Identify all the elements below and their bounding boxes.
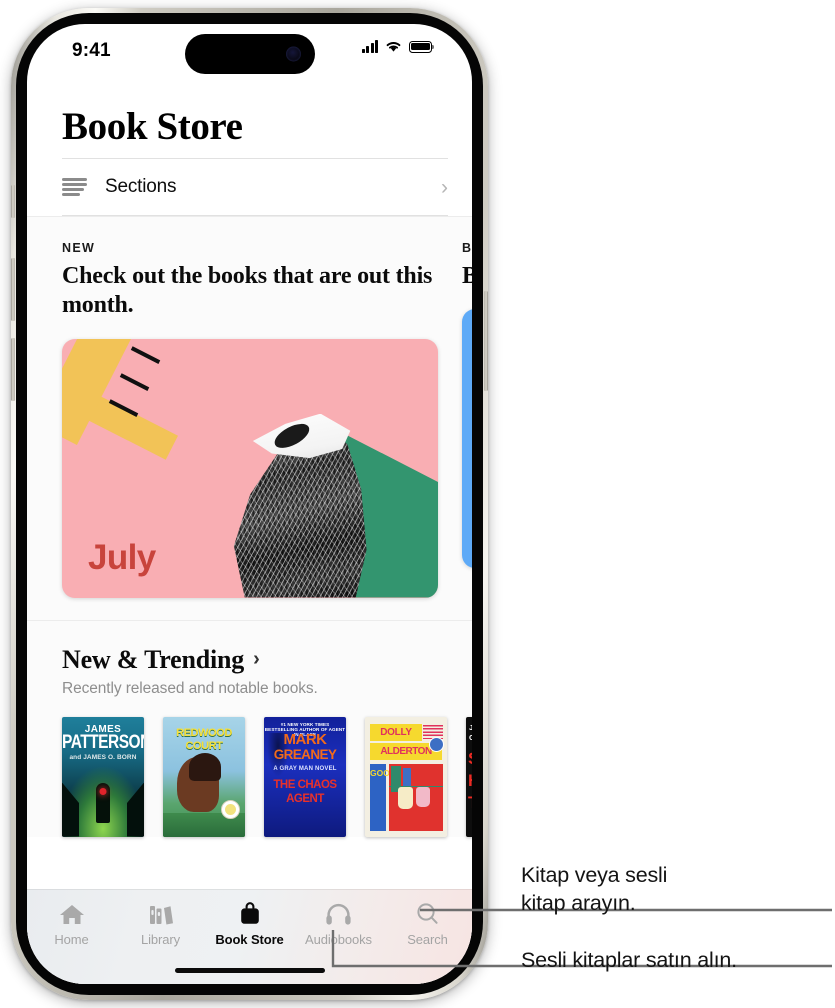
featured-carousel[interactable]: NEW Check out the books that are out thi… bbox=[27, 216, 472, 621]
headphones-icon bbox=[325, 901, 352, 927]
featured-card-bestsellers[interactable]: BE B o bbox=[462, 241, 472, 598]
new-and-trending-section: New & Trending › Recently released and n… bbox=[27, 620, 472, 837]
tab-label-home: Home bbox=[54, 932, 89, 947]
featured-artwork-blue[interactable] bbox=[462, 309, 472, 569]
book-store-icon bbox=[237, 901, 263, 927]
trending-title: New & Trending bbox=[62, 644, 245, 674]
book-series: A GRAY MAN NOVEL bbox=[273, 765, 337, 772]
book-title-line1: REDWOOD bbox=[176, 726, 232, 739]
dynamic-island bbox=[184, 34, 315, 74]
tab-label-book-store: Book Store bbox=[215, 932, 284, 947]
tab-audiobooks[interactable]: Audiobooks bbox=[294, 901, 383, 947]
book-title-line2: COURT bbox=[185, 739, 223, 752]
sections-label: Sections bbox=[105, 176, 177, 197]
chevron-right-icon: › bbox=[253, 648, 260, 671]
trending-subtitle: Recently released and notable books. bbox=[62, 679, 318, 697]
silence-switch-button[interactable] bbox=[11, 185, 15, 218]
tab-home[interactable]: Home bbox=[27, 901, 116, 947]
wifi-icon bbox=[386, 41, 401, 52]
award-seal-icon bbox=[429, 736, 444, 752]
status-bar-icons bbox=[361, 40, 435, 53]
tab-label-library: Library bbox=[140, 932, 181, 947]
sections-list-icon bbox=[62, 178, 87, 196]
books-app-content: Book Store Sections › NEW Check out the … bbox=[27, 82, 472, 984]
page-title: Book Store bbox=[62, 105, 243, 148]
iphone-device-frame: 9:41 Book Store Sections › NEW Check out… bbox=[11, 8, 488, 1000]
book-author-line3: and JAMES O. BORN bbox=[69, 753, 137, 761]
featured-card-new[interactable]: NEW Check out the books that are out thi… bbox=[62, 241, 438, 598]
book-author-line1: DOLLY bbox=[370, 723, 422, 741]
book-cover-patterson[interactable]: JAMES PATTERSON and JAMES O. BORN bbox=[62, 716, 144, 837]
book-cover-good-material[interactable]: DOLLY ALDERTON GOOD bbox=[365, 716, 447, 837]
home-indicator bbox=[174, 967, 325, 973]
featured-artwork-label: July bbox=[88, 537, 156, 577]
featured-headline: Check out the books that are out this mo… bbox=[62, 263, 433, 319]
callout-text-search: Kitap veya sesli kitap arayın. bbox=[521, 863, 668, 915]
book-text-2: CAT bbox=[469, 732, 472, 742]
chevron-right-icon: › bbox=[441, 175, 448, 199]
ruler-graphic bbox=[62, 338, 250, 461]
book-author-line2: PATTERSON bbox=[62, 731, 144, 753]
tab-search[interactable]: Search bbox=[383, 901, 472, 947]
book-text-4: HT bbox=[468, 771, 472, 791]
book-cover-rail[interactable]: JAMES PATTERSON and JAMES O. BORN REDWOO… bbox=[62, 716, 472, 837]
phone-screen: 9:41 Book Store Sections › NEW Check out… bbox=[27, 24, 472, 984]
book-title-line1: THE CHAOS bbox=[273, 778, 337, 791]
tab-book-store[interactable]: Book Store bbox=[205, 901, 294, 947]
tab-bar: Home Library Book Store Audiobooks Searc… bbox=[27, 889, 472, 984]
home-icon bbox=[59, 901, 85, 927]
tab-label-search: Search bbox=[407, 932, 448, 947]
sections-row[interactable]: Sections › bbox=[27, 159, 472, 215]
status-bar: 9:41 bbox=[27, 24, 472, 82]
book-cover-chaos-agent[interactable]: #1 NEW YORK TIMES BESTSELLING AUTHOR OF … bbox=[264, 716, 346, 837]
book-cover-redwood-court[interactable]: REDWOOD COURT bbox=[163, 716, 245, 837]
book-cover-partial[interactable]: JEN CAT SA HT TO bbox=[466, 716, 472, 837]
book-artwork bbox=[389, 763, 443, 831]
volume-up-button[interactable] bbox=[11, 258, 15, 321]
book-author-line2: GREANEY bbox=[273, 746, 337, 762]
featured-eyebrow-2: BE bbox=[462, 241, 472, 255]
book-text-1: JEN bbox=[469, 722, 472, 732]
book-title-line2: AGENT bbox=[286, 792, 324, 805]
power-button[interactable] bbox=[484, 291, 488, 391]
featured-headline-2: B o bbox=[462, 263, 472, 289]
tab-label-audiobooks: Audiobooks bbox=[305, 932, 372, 947]
trending-header[interactable]: New & Trending › bbox=[62, 645, 472, 675]
cellular-bars-icon bbox=[361, 40, 378, 53]
featured-rail: NEW Check out the books that are out thi… bbox=[27, 241, 472, 598]
featured-artwork-july[interactable]: July bbox=[62, 338, 438, 598]
book-author-line1: MARK bbox=[283, 730, 328, 748]
front-camera-icon bbox=[285, 46, 301, 62]
callout-text-audiobooks: Sesli kitaplar satın alın. bbox=[521, 948, 737, 972]
book-text-3: SA bbox=[468, 749, 472, 769]
featured-eyebrow: NEW bbox=[62, 241, 96, 255]
battery-full-icon bbox=[409, 40, 435, 53]
status-bar-time: 9:41 bbox=[72, 40, 111, 61]
search-icon bbox=[415, 901, 440, 927]
library-icon bbox=[148, 901, 174, 927]
award-seal-icon bbox=[221, 799, 240, 819]
volume-down-button[interactable] bbox=[11, 338, 15, 401]
book-text-5: TO bbox=[468, 793, 472, 813]
book-title-spine: GOOD bbox=[370, 763, 396, 831]
tab-library[interactable]: Library bbox=[116, 901, 205, 947]
